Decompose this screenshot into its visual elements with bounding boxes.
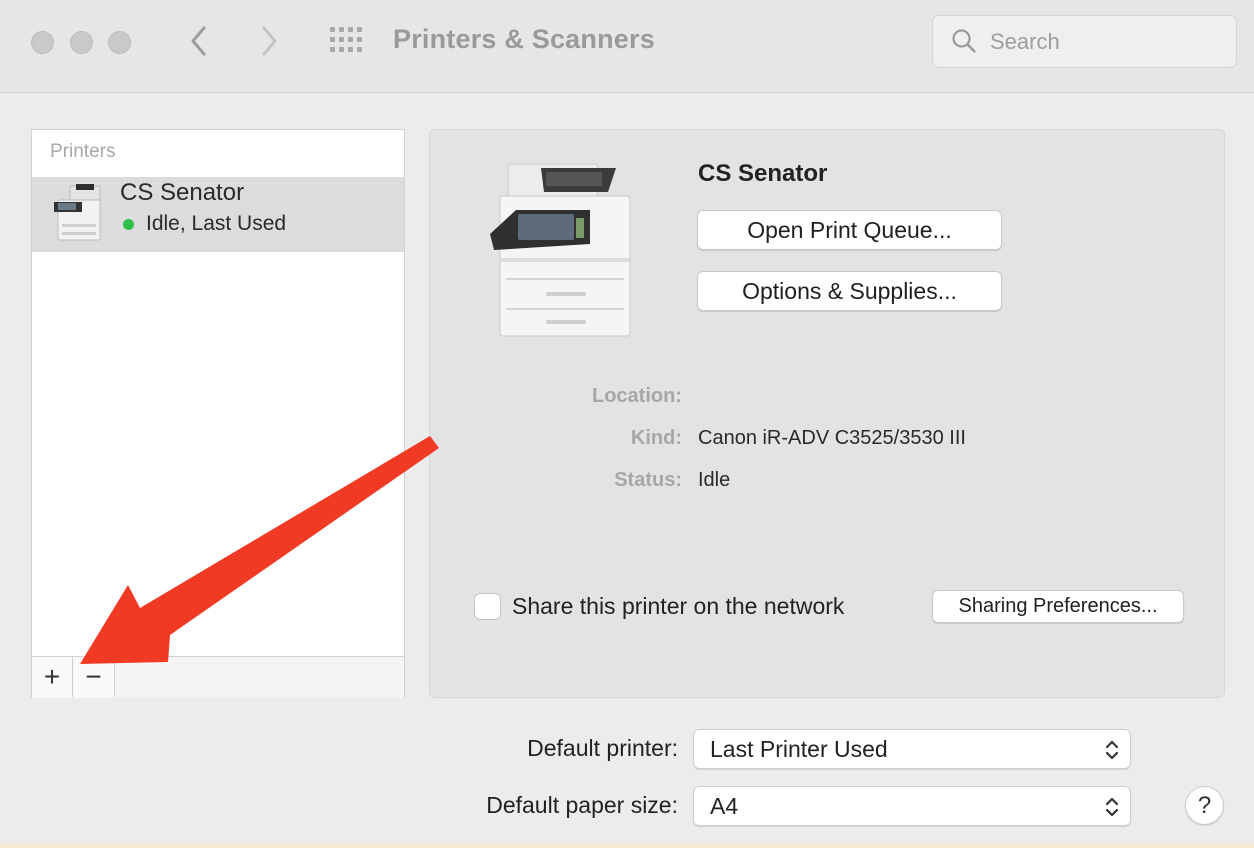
printer-status: Idle, Last Used [146, 212, 287, 235]
share-printer-checkbox[interactable] [474, 593, 501, 620]
status-label: Status: [614, 469, 682, 491]
printer-name: CS Senator [120, 179, 245, 206]
kind-value: Canon iR-ADV C3525/3530 III [698, 427, 966, 449]
minimize-window-button[interactable] [70, 31, 93, 54]
options-supplies-button[interactable]: Options & Supplies... [697, 271, 1002, 311]
zoom-window-button[interactable] [108, 31, 131, 54]
window-title: Printers & Scanners [393, 24, 655, 54]
updown-chevron-icon [1105, 797, 1119, 817]
default-printer-label: Default printer: [527, 735, 678, 761]
sharing-preferences-button[interactable]: Sharing Preferences... [932, 590, 1184, 623]
printer-icon [54, 184, 101, 241]
status-value: Idle [698, 469, 731, 491]
close-window-button[interactable] [31, 31, 54, 54]
search-input[interactable] [990, 26, 1220, 58]
printer-title: CS Senator [698, 160, 828, 187]
chevron-left-icon [191, 26, 206, 56]
location-label: Location: [592, 385, 682, 407]
remove-printer-button[interactable]: − [73, 657, 115, 697]
back-button[interactable] [180, 22, 218, 60]
share-printer-label[interactable]: Share this printer on the network [512, 593, 844, 620]
default-printer-value: Last Printer Used [710, 736, 888, 762]
default-paper-size-label: Default paper size: [486, 792, 678, 818]
updown-chevron-icon [1105, 740, 1119, 760]
printers-list-header: Printers [50, 141, 116, 162]
bottom-edge [0, 843, 1254, 848]
add-printer-button[interactable]: + [31, 657, 73, 697]
chevron-right-icon [262, 26, 277, 56]
default-printer-select[interactable]: Last Printer Used [693, 729, 1131, 769]
open-print-queue-button[interactable]: Open Print Queue... [697, 210, 1002, 250]
forward-button[interactable] [250, 22, 288, 60]
printer-image-icon [490, 163, 631, 337]
default-paper-size-value: A4 [710, 793, 739, 819]
search-icon [952, 29, 976, 53]
default-paper-size-select[interactable]: A4 [693, 786, 1131, 826]
status-indicator-icon [123, 219, 134, 230]
kind-label: Kind: [630, 427, 682, 449]
show-all-grid-icon[interactable] [330, 27, 363, 54]
help-button[interactable]: ? [1185, 786, 1224, 825]
